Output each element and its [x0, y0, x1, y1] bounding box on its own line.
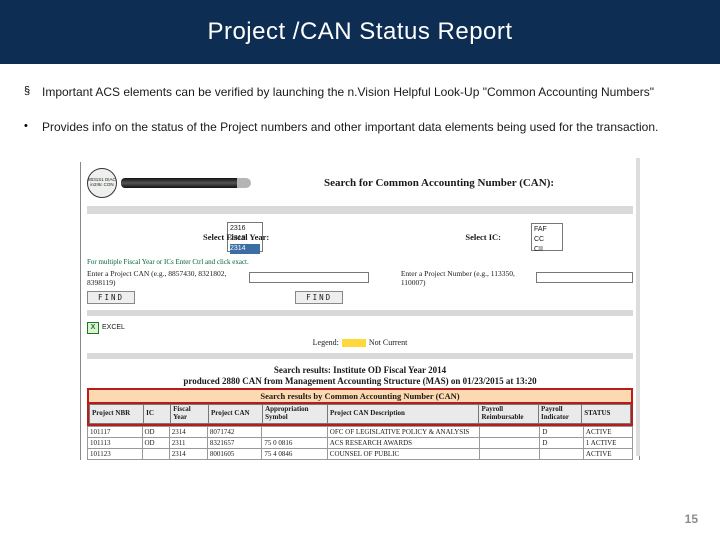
results-table-body: 101117OD23148071742OFC OF LEGISLATIVE PO…: [87, 426, 633, 460]
table-row: 1011232314800160575 4 0846COUNSEL OF PUB…: [88, 448, 633, 459]
section-header: Search results by Common Accounting Numb…: [87, 388, 633, 404]
can-input[interactable]: [249, 272, 369, 283]
table-header-row: Project NBRICFiscal YearProject CANAppro…: [90, 405, 631, 423]
bullet-item: Important ACS elements can be verified b…: [24, 84, 696, 101]
divider-bar: [87, 310, 633, 316]
project-input[interactable]: [536, 272, 633, 283]
fiscal-year-label: Select Fiscal Year:: [203, 232, 269, 242]
embedded-screenshot: 8031S1 DIAC in2!8c CON Search for Common…: [80, 162, 640, 460]
can-field-label: Enter a Project CAN (e.g., 8857430, 8321…: [87, 269, 243, 287]
table-row: 101113OD2311832165775 0 0816ACS RESEARCH…: [88, 437, 633, 448]
excel-icon[interactable]: X: [87, 322, 99, 334]
divider-bar: [87, 206, 633, 214]
page-title: Project /CAN Status Report: [207, 18, 512, 46]
ic-select[interactable]: FAF CC CII: [531, 223, 563, 251]
search-heading: Search for Common Accounting Number (CAN…: [245, 177, 633, 189]
page-number: 15: [685, 512, 698, 526]
excel-label: EXCEL: [102, 324, 125, 331]
legend: Legend:Not Current: [87, 338, 633, 347]
multiselect-hint: For multiple Fiscal Year or ICs Enter Ct…: [87, 258, 633, 266]
legend-swatch: [342, 339, 366, 347]
results-title: Search results: Institute OD Fiscal Year…: [87, 365, 633, 387]
table-row: 101117OD23148071742OFC OF LEGISLATIVE PO…: [88, 426, 633, 437]
find-button[interactable]: FIND: [295, 291, 343, 304]
seal-logo: 8031S1 DIAC in2!8c CON: [87, 168, 117, 198]
results-table: Project NBRICFiscal YearProject CANAppro…: [89, 404, 631, 423]
bullet-list: Important ACS elements can be verified b…: [0, 64, 720, 162]
bullet-item: Provides info on the status of the Proje…: [24, 119, 696, 136]
find-button[interactable]: FIND: [87, 291, 135, 304]
divider-bar: [87, 353, 633, 359]
pen-graphic: [121, 178, 241, 188]
project-field-label: Enter a Project Number (e.g., 113350, 11…: [401, 269, 530, 287]
ic-label: Select IC:: [465, 232, 501, 242]
title-band: Project /CAN Status Report: [0, 0, 720, 64]
